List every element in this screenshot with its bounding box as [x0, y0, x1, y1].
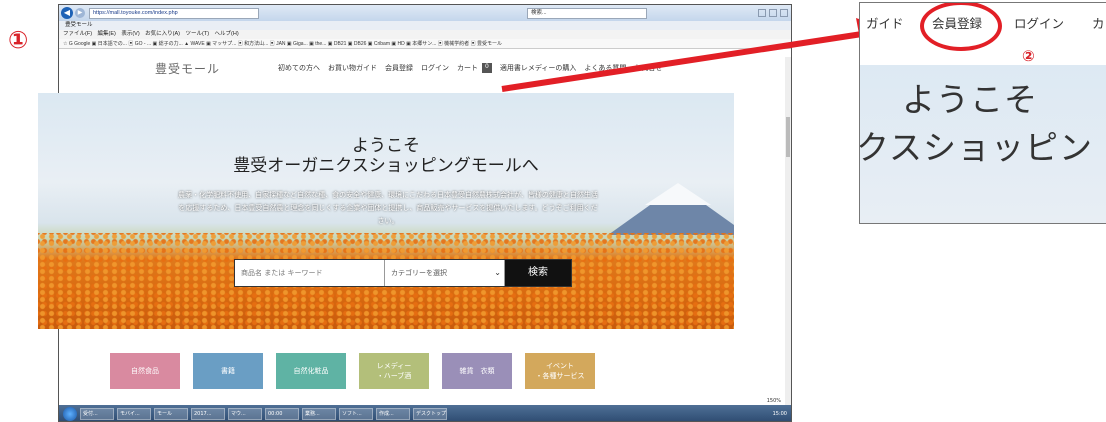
category-remedy-herb[interactable]: レメディー ・ハーブ酒 — [359, 353, 429, 389]
site-header: 豊受モール 初めての方へ お買い物ガイド 会員登録 ログイン カート 0 適用書… — [59, 49, 791, 89]
nav-remedy-purchase[interactable]: 適用書レメディーの購入 — [500, 63, 577, 73]
search-input[interactable] — [235, 260, 385, 286]
category-natural-cosmetics[interactable]: 自然化粧品 — [276, 353, 346, 389]
maximize-icon[interactable] — [769, 9, 777, 17]
taskbar-item[interactable]: マウ... — [228, 408, 262, 420]
nav-faq[interactable]: よくある質問 — [584, 63, 626, 73]
taskbar-item[interactable]: 2017... — [191, 408, 225, 420]
cart-count-badge: 0 — [482, 63, 492, 73]
taskbar-item[interactable]: モバイ... — [117, 408, 151, 420]
category-select-value: カテゴリーを選択 — [391, 269, 447, 277]
category-buttons: 自然食品 書籍 自然化粧品 レメディー ・ハーブ酒 雑貨 衣類 イベント ・各種… — [110, 353, 595, 389]
nav-cart[interactable]: カート — [457, 63, 478, 73]
scroll-thumb[interactable] — [786, 117, 790, 157]
site-logo[interactable]: 豊受モール — [155, 60, 220, 77]
category-natural-food[interactable]: 自然食品 — [110, 353, 180, 389]
page-scrollbar[interactable] — [785, 57, 791, 405]
category-events-services[interactable]: イベント ・各種サービス — [525, 353, 595, 389]
taskbar-item[interactable]: 受付... — [80, 408, 114, 420]
zoomed-nav-guide: ガイド — [866, 16, 904, 31]
chevron-down-icon: ⌄ — [494, 268, 501, 277]
zoomed-nav-cart: カ — [1092, 16, 1105, 31]
zoom-level[interactable]: 150% — [767, 398, 781, 404]
browser-menu-bar[interactable]: ファイル(F) 編集(E) 表示(V) お気に入り(A) ツール(T) ヘルプ(… — [59, 30, 791, 39]
step-marker-2: ② — [1022, 47, 1035, 65]
browser-address-bar: ◀ ▶ https://mall.toyouke.com/index.php 検… — [59, 5, 791, 21]
back-icon[interactable]: ◀ — [61, 7, 73, 19]
highlight-circle — [920, 3, 1002, 51]
search-button[interactable]: 検索 — [505, 260, 571, 286]
window-controls — [758, 9, 791, 17]
taskbar-item[interactable]: デスクトップ — [413, 408, 447, 420]
step-marker-1: ① — [8, 26, 29, 54]
taskbar-item[interactable]: モール — [154, 408, 188, 420]
favorites-bar[interactable]: ☆ G Google ▣ 日本語での... ▣ GO - ... ▣ 総子の力.… — [59, 39, 791, 49]
hero-description: 農薬・化学肥料不使用、自家採種など自然な種、食の安全や健康、環境にこだわる日本豊… — [178, 191, 598, 225]
zoomed-hero-welcome: ようこそ — [902, 80, 1038, 119]
nav-login[interactable]: ログイン — [421, 63, 449, 73]
browser-tab[interactable]: 豊受モール — [59, 21, 791, 30]
system-tray-clock[interactable]: 15:00 — [773, 411, 791, 417]
zoomed-nav-login: ログイン — [1014, 16, 1065, 31]
windows-taskbar: 受付... モバイ... モール 2017... マウ... 00:00 業務.… — [59, 405, 791, 421]
taskbar-item[interactable]: 業務... — [302, 408, 336, 420]
taskbar-item[interactable]: ソフト... — [339, 408, 373, 420]
taskbar-item[interactable]: 作成... — [376, 408, 410, 420]
hero-title-mall: 豊受オーガニクスショッピングモールへ — [233, 156, 539, 176]
category-books[interactable]: 書籍 — [193, 353, 263, 389]
nav-contact[interactable]: お問合せ — [634, 63, 662, 73]
site-nav: 初めての方へ お買い物ガイド 会員登録 ログイン カート 0 適用書レメディーの… — [278, 63, 662, 73]
product-search-form: カテゴリーを選択 ⌄ 検索 — [234, 259, 572, 287]
nav-register[interactable]: 会員登録 — [385, 63, 413, 73]
hero-banner: ようこそ 豊受オーガニクスショッピングモールへ 農薬・化学肥料不使用、自家採種な… — [38, 93, 734, 329]
category-goods-clothing[interactable]: 雑貨 衣類 — [442, 353, 512, 389]
zoomed-detail-panel: ガイド 会員登録 ログイン カ ② ようこそ クスショッピン — [859, 2, 1106, 224]
taskbar-item[interactable]: 00:00 — [265, 408, 299, 420]
zoomed-hero-mall: クスショッピン — [859, 128, 1094, 167]
forward-icon[interactable]: ▶ — [75, 8, 85, 18]
browser-search-input[interactable]: 検索... — [527, 7, 647, 19]
close-icon[interactable] — [780, 9, 788, 17]
nav-shopping-guide[interactable]: お買い物ガイド — [328, 63, 377, 73]
minimize-icon[interactable] — [758, 9, 766, 17]
mountain-snowcap — [645, 183, 711, 205]
start-button[interactable] — [63, 407, 77, 421]
nav-first-time[interactable]: 初めての方へ — [278, 63, 320, 73]
url-input[interactable]: https://mall.toyouke.com/index.php — [89, 7, 259, 19]
category-select[interactable]: カテゴリーを選択 ⌄ — [385, 260, 505, 286]
